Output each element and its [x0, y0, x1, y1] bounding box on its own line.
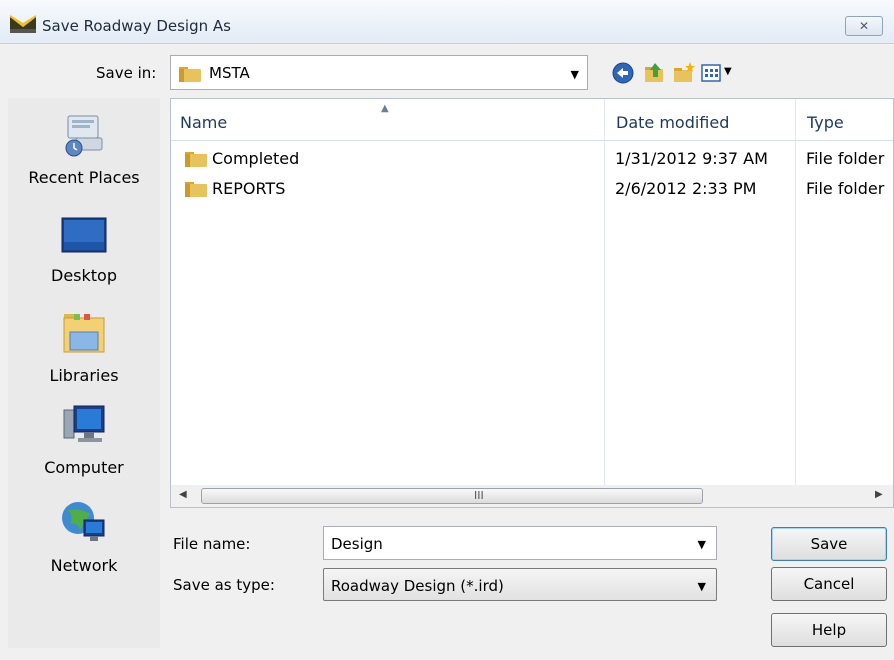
file-date: 2/6/2012 2:33 PM: [615, 179, 757, 198]
place-libraries[interactable]: Libraries: [8, 308, 160, 385]
column-header-type[interactable]: Type: [807, 113, 844, 132]
cancel-button[interactable]: Cancel: [771, 567, 887, 601]
save-in-label: Save in:: [96, 64, 157, 82]
chevron-down-icon: ▼: [570, 68, 579, 81]
file-name: Completed: [212, 149, 300, 168]
sort-ascending-icon: ▲: [381, 103, 389, 114]
file-type: File folder: [806, 149, 885, 168]
file-date: 1/31/2012 9:37 AM: [615, 149, 768, 168]
chevron-down-icon: ▼: [724, 66, 732, 77]
place-label: Libraries: [49, 366, 119, 385]
title-bar: Save Roadway Design As ✕: [0, 0, 894, 44]
network-icon: [62, 502, 105, 541]
file-name-value: Design: [331, 535, 383, 553]
scrollbar-thumb[interactable]: III: [201, 488, 703, 504]
scroll-grip: III: [474, 489, 484, 502]
computer-icon: [63, 405, 105, 442]
new-folder-icon[interactable]: [672, 61, 696, 85]
close-icon: ✕: [858, 19, 870, 33]
file-name-input[interactable]: Design ▼: [323, 526, 717, 560]
save-as-type-value: Roadway Design (*.ird): [331, 577, 504, 595]
folder-icon: [185, 152, 207, 167]
app-icon: [10, 15, 36, 33]
place-label: Network: [50, 556, 118, 575]
up-folder-icon[interactable]: [643, 61, 667, 85]
scroll-left-icon[interactable]: ◀: [179, 489, 187, 500]
chevron-down-icon[interactable]: ▼: [698, 538, 706, 551]
save-in-value: MSTA: [209, 64, 250, 82]
back-icon[interactable]: [611, 61, 635, 85]
libraries-icon: [63, 314, 105, 353]
column-header-name[interactable]: Name: [180, 113, 227, 132]
list-item[interactable]: Completed 1/31/2012 9:37 AM File folder: [171, 144, 893, 172]
views-icon: [701, 64, 721, 82]
help-button[interactable]: Help: [771, 613, 887, 647]
places-bar: Recent Places Desktop Libraries Computer: [8, 98, 160, 648]
place-label: Recent Places: [28, 168, 140, 187]
place-network[interactable]: Network: [8, 500, 160, 575]
desktop-icon: [61, 217, 107, 253]
folder-icon: [185, 182, 207, 197]
file-name: REPORTS: [212, 179, 286, 198]
place-desktop[interactable]: Desktop: [8, 216, 160, 285]
column-header-date-modified[interactable]: Date modified: [616, 113, 729, 132]
window-title: Save Roadway Design As: [42, 17, 231, 35]
chevron-down-icon: ▼: [697, 580, 706, 593]
view-menu-icon[interactable]: ▼: [700, 61, 736, 85]
save-as-type-select[interactable]: Roadway Design (*.ird) ▼: [323, 568, 717, 601]
file-type: File folder: [806, 179, 885, 198]
place-label: Desktop: [51, 266, 117, 285]
save-in-dropdown[interactable]: MSTA ▼: [170, 55, 588, 90]
folder-icon: [179, 67, 201, 82]
recent-places-icon: [65, 115, 103, 157]
place-recent-places[interactable]: Recent Places: [8, 112, 160, 187]
horizontal-scrollbar[interactable]: ◀ III ▶: [171, 485, 893, 507]
list-item[interactable]: REPORTS 2/6/2012 2:33 PM File folder: [171, 174, 893, 202]
file-name-label: File name:: [173, 535, 251, 553]
scroll-right-icon[interactable]: ▶: [875, 489, 883, 500]
file-list[interactable]: ▲ Name Date modified Type Completed 1/31…: [170, 98, 894, 508]
close-button[interactable]: ✕: [845, 16, 883, 36]
place-label: Computer: [44, 458, 124, 477]
save-as-type-label: Save as type:: [173, 576, 275, 594]
list-header: ▲ Name Date modified Type: [171, 99, 893, 141]
place-computer[interactable]: Computer: [8, 402, 160, 477]
save-button[interactable]: Save: [771, 527, 887, 561]
